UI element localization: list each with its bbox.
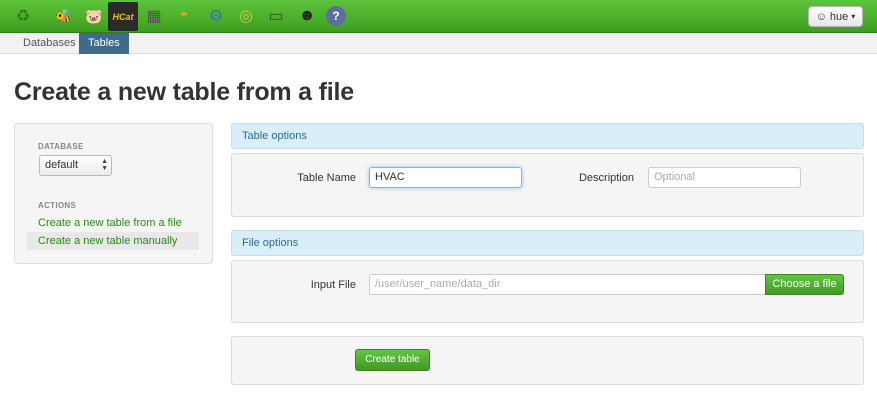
- user-menu-button[interactable]: ☺ hue ▾: [808, 6, 863, 27]
- oozie-icon[interactable]: ◓: [173, 5, 195, 27]
- create-table-button[interactable]: Create table: [355, 349, 430, 371]
- select-arrows-icon: ▲ ▼: [101, 158, 108, 172]
- top-navbar: ♻ 🐝 🐷 HCat ▦ ◓ ⚙ ◎ ▭ ☻ ? ☺ hue ▾: [0, 0, 877, 33]
- tab-databases[interactable]: Databases: [14, 33, 85, 54]
- tab-tables[interactable]: Tables: [79, 33, 129, 54]
- pig-icon[interactable]: 🐷: [83, 5, 105, 27]
- create-manually-link[interactable]: Create a new table manually: [27, 232, 199, 250]
- help-icon[interactable]: ?: [326, 6, 346, 26]
- table-name-input[interactable]: HVAC: [369, 167, 522, 188]
- input-file-label: Input File: [310, 279, 356, 291]
- database-select-value: default: [45, 159, 79, 171]
- file-options-header: File options: [231, 230, 864, 256]
- file-browser-icon[interactable]: ▦: [143, 5, 165, 27]
- choose-file-button[interactable]: Choose a file: [765, 274, 844, 295]
- job-designer-icon[interactable]: ⚙: [205, 5, 227, 27]
- beeswax-icon[interactable]: 🐝: [53, 5, 75, 27]
- create-from-file-link[interactable]: Create a new table from a file: [27, 214, 199, 232]
- user-icon: ☺: [815, 10, 827, 23]
- table-name-label: Table Name: [297, 172, 356, 184]
- hue-logo-icon[interactable]: ♻: [12, 5, 34, 27]
- description-input[interactable]: Optional: [648, 167, 801, 188]
- hcat-icon[interactable]: HCat: [108, 2, 138, 31]
- sub-navigation: Databases Tables: [0, 33, 877, 54]
- job-browser-icon[interactable]: ◎: [235, 5, 257, 27]
- caret-down-icon: ▾: [851, 12, 856, 21]
- user-name: hue: [829, 10, 849, 23]
- sidebar: DATABASE default ▲ ▼ ACTIONS Create a new…: [14, 123, 213, 264]
- actions-label: ACTIONS: [38, 201, 77, 210]
- database-label: DATABASE: [38, 142, 84, 151]
- database-select[interactable]: default ▲ ▼: [39, 155, 112, 176]
- input-file-field[interactable]: /user/user_name/data_dir: [369, 274, 766, 295]
- form-actions-panel: [231, 336, 864, 385]
- description-label: Description: [578, 172, 634, 184]
- useradmin-icon[interactable]: ☻: [296, 5, 318, 27]
- table-options-header: Table options: [231, 123, 864, 149]
- page-title: Create a new table from a file: [14, 78, 354, 106]
- shell-icon[interactable]: ▭: [265, 5, 287, 27]
